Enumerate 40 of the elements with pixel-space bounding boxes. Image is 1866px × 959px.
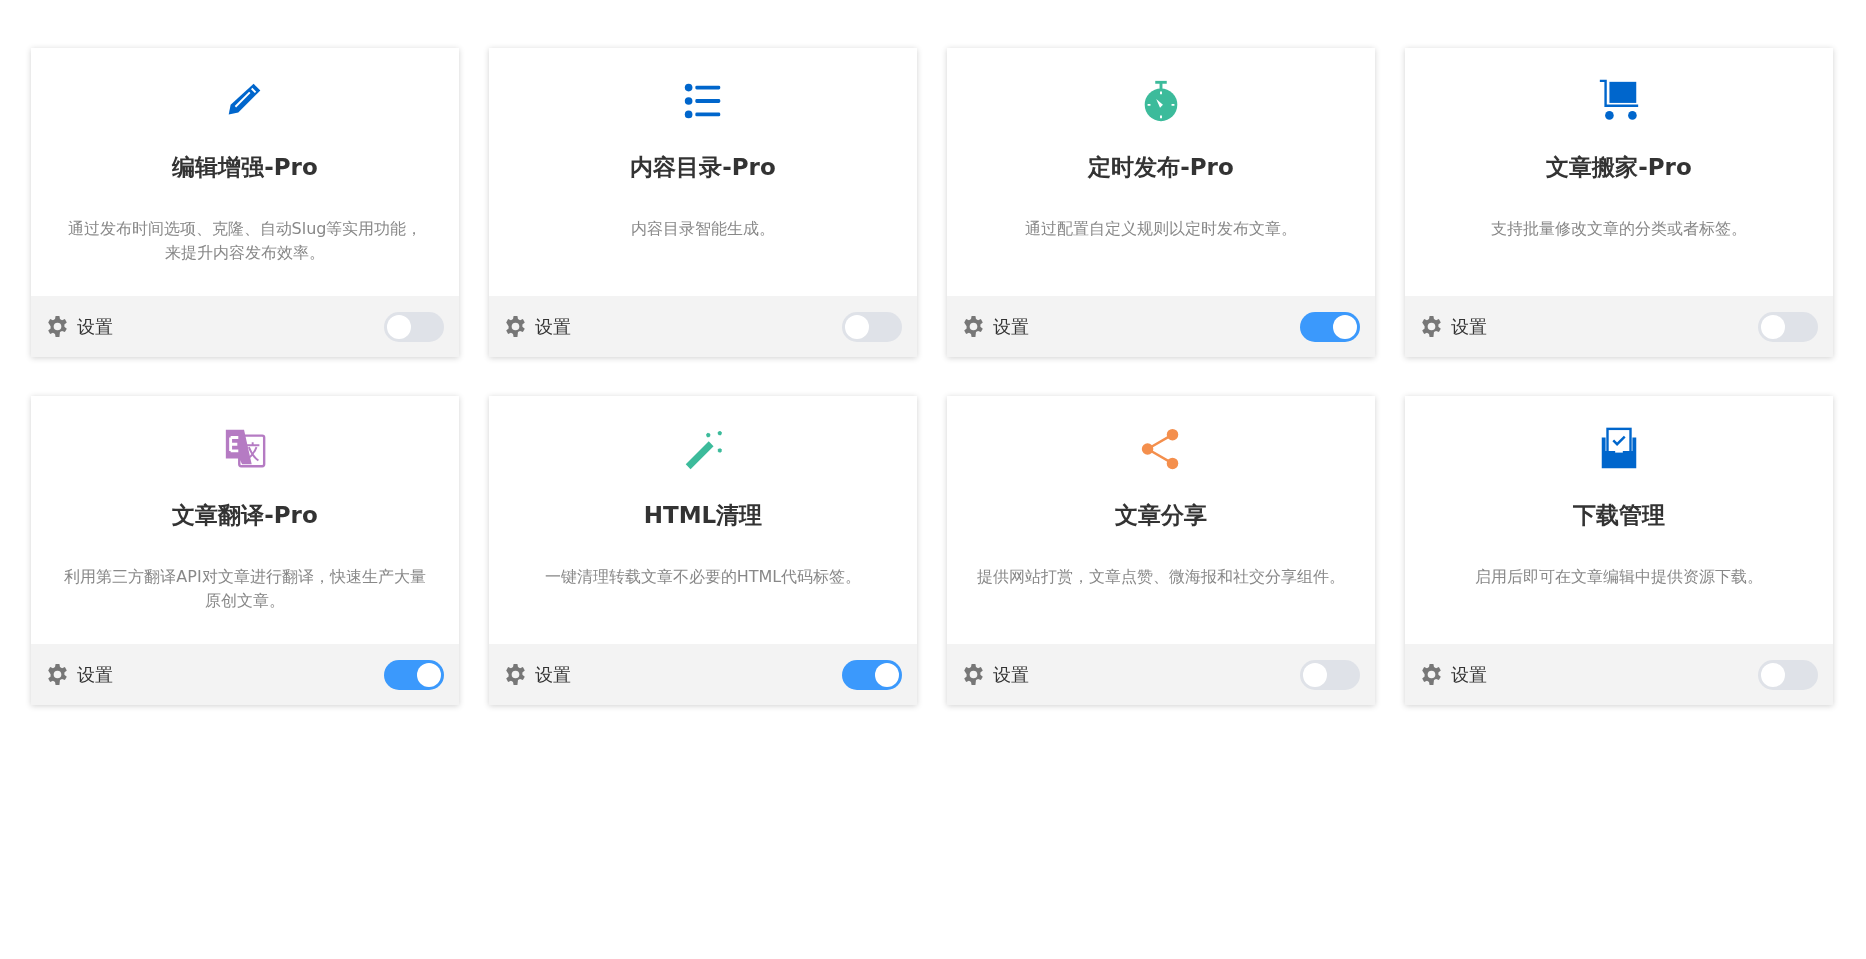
settings-icon [46,315,69,338]
module-description: 一键清理转载文章不必要的HTML代码标签。 [544,566,862,588]
module-title: 文章搬家-Pro [1546,153,1692,182]
toggle-switch[interactable] [1300,659,1360,690]
module-description: 通过配置自定义规则以定时发布文章。 [1025,218,1297,240]
module-description: 启用后即可在文章编辑中提供资源下载。 [1475,566,1763,588]
toggle-switch[interactable] [842,311,902,342]
settings-button[interactable]: 设置 [504,314,571,339]
module-title: 文章分享 [1115,501,1207,530]
module-description: 提供网站打赏，文章点赞、微海报和社交分享组件。 [977,566,1345,588]
settings-button[interactable]: 设置 [504,662,571,687]
module-description: 内容目录智能生成。 [631,218,775,240]
settings-icon [504,663,527,686]
module-title: HTML清理 [643,501,763,530]
module-title: 定时发布-Pro [1088,153,1234,182]
module-description: 利用第三方翻译API对文章进行翻译，快速生产大量原创文章。 [63,566,427,612]
settings-icon [1420,315,1443,338]
settings-button[interactable]: 设置 [46,314,113,339]
toggle-switch[interactable] [384,659,444,690]
settings-button[interactable]: 设置 [1420,662,1487,687]
settings-icon [1420,663,1443,686]
module-title: 下载管理 [1573,501,1665,530]
settings-button[interactable]: 设置 [46,662,113,687]
toggle-switch[interactable] [384,311,444,342]
module-description: 通过发布时间选项、克隆、自动Slug等实用功能，来提升内容发布效率。 [66,218,424,264]
module-title: 文章翻译-Pro [172,501,318,530]
settings-icon [962,315,985,338]
settings-button[interactable]: 设置 [1420,314,1487,339]
settings-button[interactable]: 设置 [962,314,1029,339]
module-description: 支持批量修改文章的分类或者标签。 [1491,218,1747,240]
module-title: 内容目录-Pro [630,153,776,182]
settings-icon [504,315,527,338]
toggle-switch[interactable] [1758,311,1818,342]
settings-icon [46,663,69,686]
settings-button[interactable]: 设置 [962,662,1029,687]
settings-icon [962,663,985,686]
toggle-switch[interactable] [842,659,902,690]
toggle-switch[interactable] [1758,659,1818,690]
module-title: 编辑增强-Pro [172,153,318,182]
toggle-switch[interactable] [1300,311,1360,342]
